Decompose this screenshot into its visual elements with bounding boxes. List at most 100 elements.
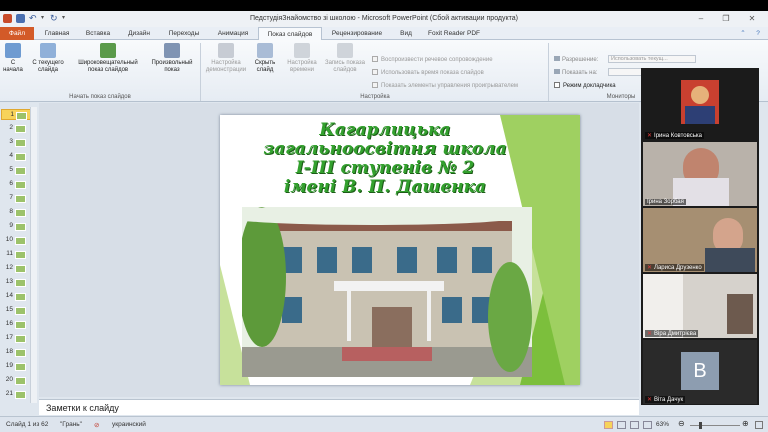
current-slide[interactable]: Кагарлицька загальноосвітня школа І-ІІІ … xyxy=(220,115,580,385)
start-group-label: Начать показ слайдов xyxy=(69,94,131,100)
thumbnail-item[interactable]: 12 xyxy=(1,263,31,274)
thumbnail-item[interactable]: 6 xyxy=(1,179,31,190)
zoom-in-icon[interactable]: ⊕ xyxy=(742,419,749,428)
notes-pane[interactable]: Заметки к слайду xyxy=(39,399,639,415)
thumbnail-item[interactable]: 2 xyxy=(1,123,31,134)
tab-design[interactable]: Дизайн xyxy=(120,27,158,40)
zoom-out-icon[interactable]: ⊖ xyxy=(678,419,685,428)
broadcast-button[interactable]: Широковещательный показ слайдов xyxy=(72,43,144,74)
minimize-icon[interactable]: – xyxy=(695,13,707,24)
slide-sorter-icon[interactable] xyxy=(617,421,626,429)
thumbnail-item[interactable]: 9 xyxy=(1,221,31,232)
mic-muted-icon: ✕ xyxy=(647,397,653,403)
thumbnail-image xyxy=(15,181,26,189)
window-title: ПедстудіяЗнайомство зі школою - Microsof… xyxy=(249,15,519,22)
spellcheck-icon[interactable]: ⊘ xyxy=(94,421,99,429)
close-icon[interactable]: ✕ xyxy=(746,13,758,24)
participant-name: Ірина Зорбая xyxy=(645,199,686,205)
thumbnail-image xyxy=(15,279,26,287)
thumbnail-item[interactable]: 1 xyxy=(1,109,31,120)
zoom-slider-thumb[interactable] xyxy=(699,422,702,429)
custom-show-button[interactable]: Произвольный показ xyxy=(146,43,198,74)
normal-view-icon[interactable] xyxy=(604,421,613,429)
tab-insert[interactable]: Вставка xyxy=(80,27,116,40)
participant-tile[interactable]: Ірина Зорбая xyxy=(643,142,757,206)
thumbnail-item[interactable]: 5 xyxy=(1,165,31,176)
slide-thumbnails: 1 2 3 4 5 6 7 8 9 10 11 12 13 14 15 16 1… xyxy=(0,103,38,405)
tab-transitions[interactable]: Переходы xyxy=(162,27,206,40)
narration-checkbox[interactable]: Воспроизвести речевое сопровождение xyxy=(372,56,493,63)
thumbnail-image xyxy=(15,139,26,147)
thumbnail-item[interactable]: 17 xyxy=(1,333,31,344)
help-icon[interactable]: ? xyxy=(752,27,764,40)
tab-foxit[interactable]: Foxit Reader PDF xyxy=(424,27,484,40)
tab-home[interactable]: Главная xyxy=(38,27,76,40)
tab-animation[interactable]: Анимация xyxy=(210,27,256,40)
participant-tile[interactable]: ✕ Лариса Друзенко xyxy=(643,208,757,272)
tab-view[interactable]: Вид xyxy=(392,27,420,40)
thumbnail-item[interactable]: 3 xyxy=(1,137,31,148)
thumbnail-item[interactable]: 19 xyxy=(1,361,31,372)
zoom-level[interactable]: 63% xyxy=(656,421,669,428)
setup-group-label: Настройка xyxy=(360,94,390,100)
media-controls-checkbox[interactable]: Показать элементы управления проигрывате… xyxy=(372,82,518,89)
thumbnail-item[interactable]: 16 xyxy=(1,319,31,330)
from-start-button[interactable]: С начала xyxy=(2,43,24,74)
thumbnail-item[interactable]: 13 xyxy=(1,277,31,288)
monitors-group-label: Мониторы xyxy=(606,94,636,100)
fit-to-window-icon[interactable] xyxy=(755,421,763,429)
monitor-icon xyxy=(554,69,560,74)
tab-slideshow[interactable]: Показ слайдов xyxy=(258,27,322,40)
slide-canvas: Кагарлицька загальноосвітня школа І-ІІІ … xyxy=(39,103,639,397)
presenter-view-checkbox[interactable]: Режим докладчика xyxy=(554,82,616,89)
rehearse-timings-button[interactable]: Настройка времени xyxy=(283,43,321,74)
participant-name: ✕ Віра Дмитрієва xyxy=(645,330,699,337)
thumbnail-item[interactable]: 18 xyxy=(1,347,31,358)
tab-review[interactable]: Рецензирование xyxy=(324,27,390,40)
thumbnail-item[interactable]: 7 xyxy=(1,193,31,204)
thumbnail-item[interactable]: 4 xyxy=(1,151,31,162)
thumbnail-image xyxy=(15,195,26,203)
thumbnail-item[interactable]: 14 xyxy=(1,291,31,302)
participant-name: ✕ Ірина Ковтовська xyxy=(645,132,704,139)
slide-title: Кагарлицька загальноосвітня школа І-ІІІ … xyxy=(263,120,507,197)
thumbnail-scrollbar[interactable] xyxy=(30,107,37,403)
maximize-icon[interactable]: ❐ xyxy=(720,13,732,24)
tab-file[interactable]: Файл xyxy=(0,27,34,40)
ribbon-separator xyxy=(548,43,549,101)
thumbnail-item[interactable]: 8 xyxy=(1,207,31,218)
setup-show-icon xyxy=(218,43,234,58)
mic-muted-icon: ✕ xyxy=(647,265,653,271)
thumbnail-item[interactable]: 21 xyxy=(1,389,31,400)
thumbnail-image xyxy=(15,293,26,301)
participant-tile[interactable]: ✕ Ірина Ковтовська xyxy=(643,76,757,140)
title-bar: ↶ ▾ ↻ ▾ ПедстудіяЗнайомство зі школою - … xyxy=(0,11,768,27)
language-indicator[interactable]: украинский xyxy=(112,421,146,428)
minimize-ribbon-icon[interactable]: ⌃ xyxy=(738,27,748,40)
setup-show-button[interactable]: Настройка демонстрации xyxy=(202,43,250,74)
hide-slide-icon xyxy=(257,43,273,58)
hide-slide-button[interactable]: Скрыть слайд xyxy=(251,43,279,74)
thumbnail-image xyxy=(15,153,26,161)
participant-tile[interactable]: В ✕ Віта Дачук xyxy=(643,340,757,404)
record-icon xyxy=(337,43,353,58)
thumbnail-image xyxy=(15,335,26,343)
broadcast-icon xyxy=(100,43,116,58)
slideshow-view-icon[interactable] xyxy=(643,421,652,429)
mic-muted-icon: ✕ xyxy=(647,331,653,337)
slideshow-current-icon xyxy=(40,43,56,58)
zoom-slider[interactable] xyxy=(690,425,740,426)
thumbnail-item[interactable]: 11 xyxy=(1,249,31,260)
resolution-dropdown[interactable]: Использовать текущ... xyxy=(608,55,696,63)
thumbnail-item[interactable]: 20 xyxy=(1,375,31,386)
thumbnail-item[interactable]: 10 xyxy=(1,235,31,246)
participant-tile[interactable]: ✕ Віра Дмитрієва xyxy=(643,274,757,338)
reading-view-icon[interactable] xyxy=(630,421,639,429)
timings-checkbox[interactable]: Использовать время показа слайдов xyxy=(372,69,484,76)
record-show-button[interactable]: Запись показа слайдов xyxy=(322,43,368,74)
thumbnail-image xyxy=(15,125,26,133)
thumbnail-item[interactable]: 15 xyxy=(1,305,31,316)
participant-video xyxy=(727,294,753,334)
participant-name: ✕ Лариса Друзенко xyxy=(645,264,704,271)
from-current-button[interactable]: С текущего слайда xyxy=(28,43,68,74)
